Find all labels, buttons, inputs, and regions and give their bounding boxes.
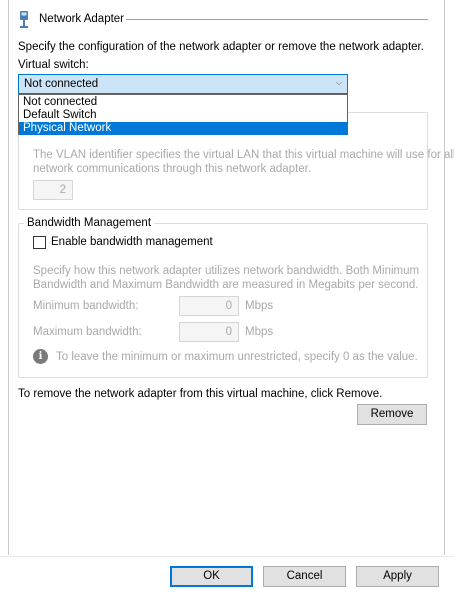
network-adapter-settings: Network Adapter Specify the configuratio… [0,0,454,600]
bandwidth-info-text: To leave the minimum or maximum unrestri… [56,351,418,363]
minimum-bandwidth-input[interactable]: 0 [179,296,239,316]
maximum-bandwidth-input[interactable]: 0 [179,322,239,342]
ok-button[interactable]: OK [170,566,253,587]
remove-description: To remove the network adapter from this … [18,388,383,400]
enable-bandwidth-checkbox[interactable] [33,236,46,249]
panel-right-border [444,0,445,555]
virtual-switch-option-not-connected[interactable]: Not connected [19,96,347,109]
vlan-id-input[interactable]: 2 [33,180,73,200]
bandwidth-group-title: Bandwidth Management [24,217,155,229]
apply-button[interactable]: Apply [356,566,439,587]
virtual-switch-option-default-switch[interactable]: Default Switch [19,109,347,122]
minimum-bandwidth-unit: Mbps [245,300,274,312]
virtual-switch-option-physical-network[interactable]: Physical Network [19,122,347,135]
remove-button[interactable]: Remove [357,404,427,425]
virtual-switch-options-list: Not connected Default Switch Physical Ne… [18,94,348,135]
virtual-switch-label: Virtual switch: [18,59,89,71]
cancel-button[interactable]: Cancel [263,566,346,587]
vlan-description-line1: The VLAN identifier specifies the virtua… [33,149,454,161]
virtual-switch-selected-value: Not connected [24,78,99,90]
minimum-bandwidth-label: Minimum bandwidth: [33,300,139,312]
section-title: Network Adapter [39,13,125,25]
info-icon: i [33,349,48,364]
footer-divider [0,556,454,557]
bandwidth-description-line1: Specify how this network adapter utilize… [33,265,420,277]
section-divider [126,19,428,20]
maximum-bandwidth-unit: Mbps [245,326,274,338]
bandwidth-description-line2: Bandwidth and Maximum Bandwidth are meas… [33,279,419,291]
chevron-down-icon: ⌵ [335,78,342,87]
section-header: Network Adapter [18,10,428,30]
virtual-switch-dropdown[interactable]: Not connected ⌵ [18,74,348,94]
enable-bandwidth-label[interactable]: Enable bandwidth management [51,236,213,248]
vlan-description-line2: network communications through this netw… [33,163,312,175]
maximum-bandwidth-label: Maximum bandwidth: [33,326,142,338]
page-description: Specify the configuration of the network… [18,41,424,53]
panel-left-border [8,0,9,555]
network-adapter-icon [20,11,28,28]
